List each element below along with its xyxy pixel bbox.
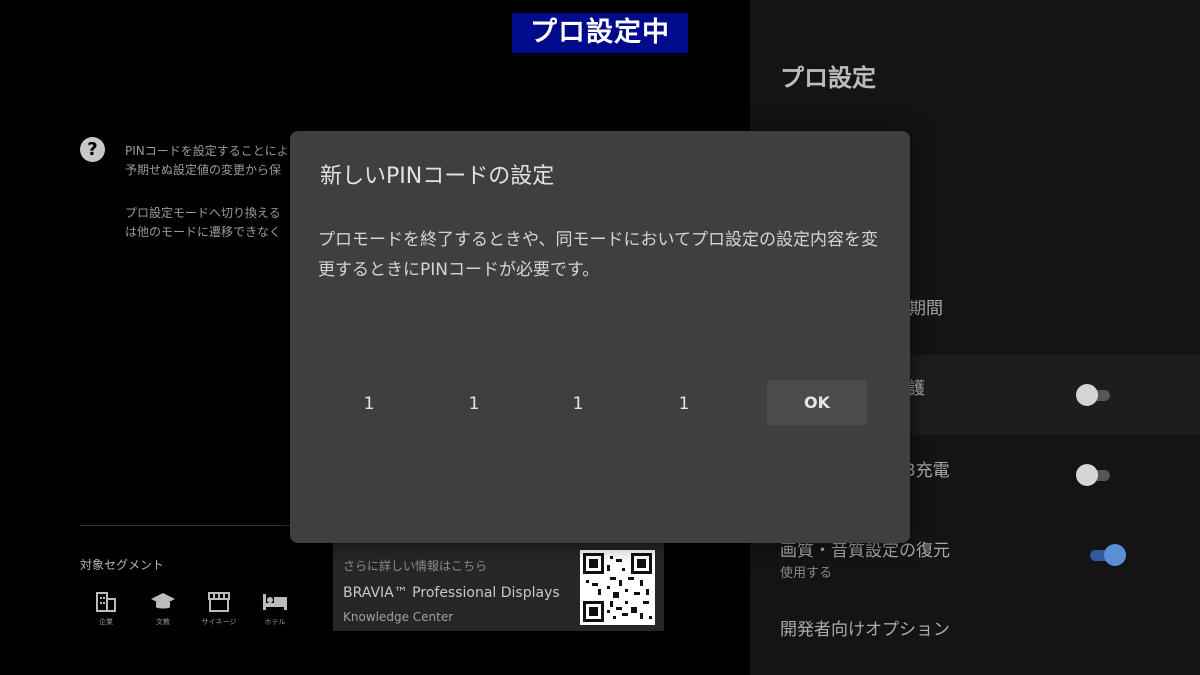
pin-dialog: 新しいPINコードの設定 プロモードを終了するときや、同モードにおいてプロ設定の…: [290, 131, 910, 543]
pin-digit-1[interactable]: 1: [349, 394, 389, 414]
dialog-title: 新しいPINコードの設定: [320, 164, 555, 189]
pin-digit-4[interactable]: 1: [664, 394, 704, 414]
ok-button[interactable]: OK: [767, 380, 867, 425]
pin-digit-2[interactable]: 1: [454, 394, 494, 414]
pin-digit-3[interactable]: 1: [558, 394, 598, 414]
dialog-message: プロモードを終了するときや、同モードにおいてプロ設定の設定内容を変更するときにP…: [318, 230, 878, 280]
